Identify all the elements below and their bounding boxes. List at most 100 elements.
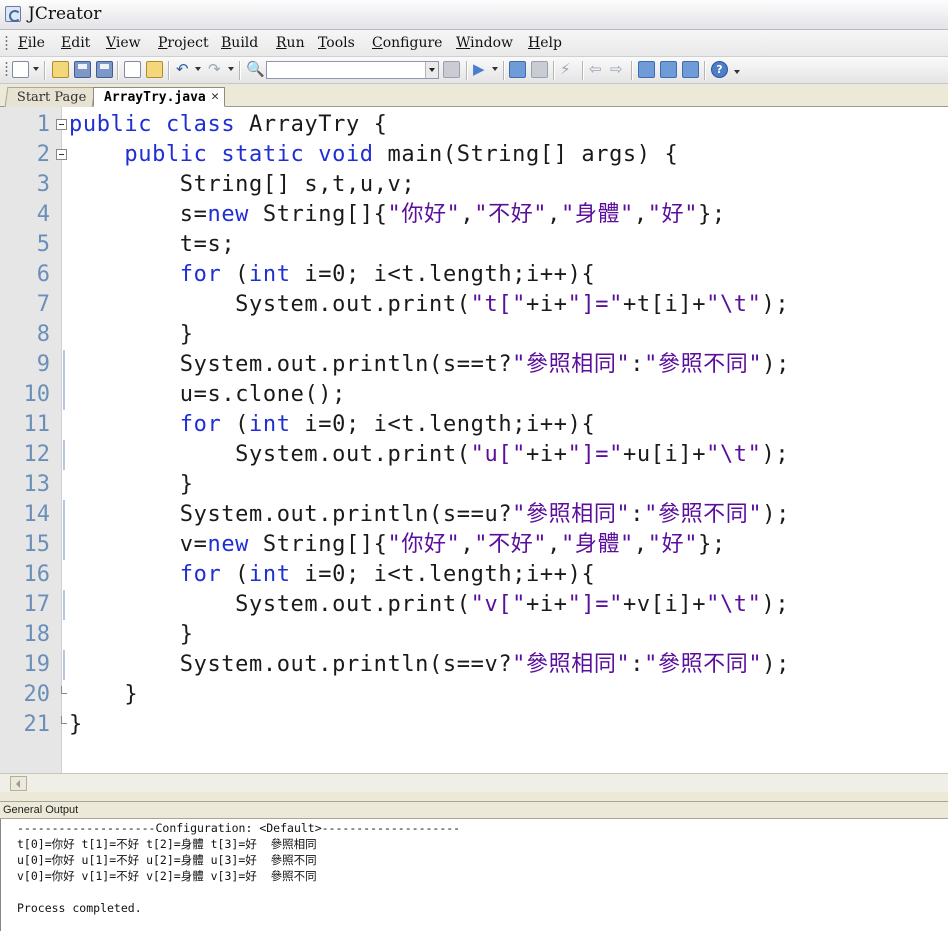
code-line[interactable]: } bbox=[69, 320, 194, 350]
code-line[interactable]: s=new String[]{"你好","不好","身體","好"}; bbox=[69, 200, 726, 230]
window-3-icon[interactable] bbox=[682, 61, 699, 78]
close-icon[interactable]: ✕ bbox=[211, 89, 219, 104]
line-number: 10 bbox=[23, 382, 51, 407]
code-editor[interactable]: 1 2 3 4 5 6 7 8 9 10 11 12 13 14 15 16 17 18 19 20 21 public… bbox=[0, 107, 948, 773]
menu-configure[interactable]: Configure bbox=[372, 35, 442, 51]
change-marker bbox=[63, 440, 65, 470]
line-number: 15 bbox=[23, 532, 51, 557]
line-number: 11 bbox=[23, 412, 51, 437]
code-line[interactable]: public static void main(String[] args) { bbox=[69, 140, 678, 170]
code-line[interactable]: for (int i=0; i<t.length;i++){ bbox=[69, 560, 595, 590]
output-line: u[0]=你好 u[1]=不好 u[2]=身體 u[3]=好 參照不同 bbox=[17, 853, 317, 867]
menu-run[interactable]: Run bbox=[276, 35, 305, 51]
fold-collapse-icon[interactable] bbox=[56, 149, 67, 160]
code-line[interactable]: public class ArrayTry { bbox=[69, 110, 388, 140]
code-line[interactable]: for (int i=0; i<t.length;i++){ bbox=[69, 260, 595, 290]
change-marker bbox=[63, 500, 65, 530]
code-line[interactable]: String[] s,t,u,v; bbox=[69, 170, 415, 200]
change-marker bbox=[63, 650, 65, 680]
line-number: 16 bbox=[23, 562, 51, 587]
paste-icon[interactable] bbox=[146, 61, 163, 78]
back-icon[interactable]: ⇦ bbox=[589, 60, 602, 79]
output-line: v[0]=你好 v[1]=不好 v[2]=身體 v[3]=好 參照不同 bbox=[17, 869, 317, 883]
code-line[interactable]: } bbox=[69, 620, 194, 650]
chevron-down-icon[interactable] bbox=[228, 67, 234, 71]
code-line[interactable]: u=s.clone(); bbox=[69, 380, 346, 410]
line-number: 4 bbox=[36, 202, 50, 227]
save-all-icon[interactable] bbox=[96, 61, 113, 78]
menu-file[interactable]: File bbox=[18, 35, 45, 51]
chevron-down-icon[interactable] bbox=[492, 67, 498, 71]
code-line[interactable]: System.out.print("v["+i+"]="+v[i]+"\t"); bbox=[69, 590, 789, 620]
output-title: General Output bbox=[3, 804, 79, 816]
fold-end-icon bbox=[61, 716, 67, 724]
line-number: 20 bbox=[23, 682, 51, 707]
pane-splitter[interactable] bbox=[0, 792, 948, 801]
toolbar-overflow-icon[interactable] bbox=[734, 70, 740, 74]
code-line[interactable]: t=s; bbox=[69, 230, 235, 260]
build-icon[interactable] bbox=[531, 61, 548, 78]
fold-end-icon bbox=[61, 686, 67, 694]
general-output[interactable]: --------------------Configuration: <Defa… bbox=[0, 819, 948, 931]
line-number: 2 bbox=[36, 142, 50, 167]
tab-start-page[interactable]: Start Page bbox=[4, 87, 96, 107]
menu-build[interactable]: Build bbox=[221, 35, 258, 51]
line-number: 5 bbox=[36, 232, 50, 257]
menu-window[interactable]: Window bbox=[456, 35, 513, 51]
window-icon[interactable] bbox=[638, 61, 655, 78]
toolbar-grip-icon[interactable] bbox=[5, 61, 8, 77]
search-combo[interactable] bbox=[266, 61, 439, 79]
code-line[interactable]: System.out.println(s==t?"參照相同":"參照不同"); bbox=[69, 350, 790, 380]
menubar-grip-icon[interactable] bbox=[5, 35, 8, 51]
chevron-down-icon[interactable] bbox=[33, 67, 39, 71]
menu-project[interactable]: Project bbox=[158, 35, 209, 51]
window-2-icon[interactable] bbox=[660, 61, 677, 78]
code-line[interactable]: System.out.println(s==v?"參照相同":"參照不同"); bbox=[69, 650, 790, 680]
horizontal-scrollbar[interactable] bbox=[0, 773, 948, 792]
tab-strip: Start Page ArrayTry.java ✕ bbox=[0, 84, 948, 107]
jcreator-app-icon bbox=[5, 6, 21, 22]
toolbar: ↶ ↷ 🔍 ▶ ⚡ ⇦ ⇨ ? bbox=[0, 57, 948, 84]
line-number: 8 bbox=[36, 322, 50, 347]
code-line[interactable]: v=new String[]{"你好","不好","身體","好"}; bbox=[69, 530, 726, 560]
save-icon[interactable] bbox=[74, 61, 91, 78]
fold-collapse-icon[interactable] bbox=[56, 119, 67, 130]
menu-help[interactable]: Help bbox=[528, 35, 562, 51]
chevron-down-icon[interactable] bbox=[425, 62, 438, 78]
help-icon[interactable]: ? bbox=[711, 61, 728, 78]
tab-arraytry-java[interactable]: ArrayTry.java ✕ bbox=[93, 87, 225, 107]
run-icon[interactable]: ▶ bbox=[473, 60, 485, 79]
scroll-left-icon[interactable] bbox=[10, 776, 27, 791]
change-marker bbox=[63, 350, 65, 380]
toolbar-separator bbox=[466, 61, 467, 80]
new-file-icon[interactable] bbox=[12, 61, 29, 78]
menu-edit[interactable]: Edit bbox=[61, 35, 90, 51]
menu-tools[interactable]: Tools bbox=[318, 35, 355, 51]
code-line[interactable]: } bbox=[69, 470, 194, 500]
code-line[interactable]: System.out.print("u["+i+"]="+u[i]+"\t"); bbox=[69, 440, 789, 470]
line-number: 9 bbox=[36, 352, 50, 377]
forward-icon[interactable]: ⇨ bbox=[610, 60, 623, 79]
code-line[interactable]: for (int i=0; i<t.length;i++){ bbox=[69, 410, 595, 440]
toolbar-separator bbox=[631, 61, 632, 80]
toolbar-separator bbox=[503, 61, 504, 80]
code-line[interactable]: } bbox=[69, 710, 83, 740]
lightning-icon[interactable]: ⚡ bbox=[560, 60, 571, 79]
line-number: 12 bbox=[23, 442, 51, 467]
chevron-down-icon[interactable] bbox=[195, 67, 201, 71]
line-number: 18 bbox=[23, 622, 51, 647]
find-in-files-icon[interactable] bbox=[443, 61, 460, 78]
compile-icon[interactable] bbox=[509, 61, 526, 78]
redo-icon[interactable]: ↷ bbox=[208, 60, 221, 79]
menu-view[interactable]: View bbox=[106, 35, 141, 51]
code-line[interactable]: System.out.println(s==u?"參照相同":"參照不同"); bbox=[69, 500, 790, 530]
code-line[interactable]: } bbox=[69, 680, 138, 710]
copy-icon[interactable] bbox=[124, 61, 141, 78]
code-line[interactable]: System.out.print("t["+i+"]="+t[i]+"\t"); bbox=[69, 290, 789, 320]
output-header: General Output bbox=[0, 801, 948, 819]
find-icon[interactable]: 🔍 bbox=[246, 60, 265, 79]
undo-icon[interactable]: ↶ bbox=[176, 60, 189, 79]
open-folder-icon[interactable] bbox=[52, 61, 69, 78]
menu-bar: File Edit View Project Build Run Tools C… bbox=[0, 30, 948, 57]
change-marker bbox=[63, 380, 65, 410]
